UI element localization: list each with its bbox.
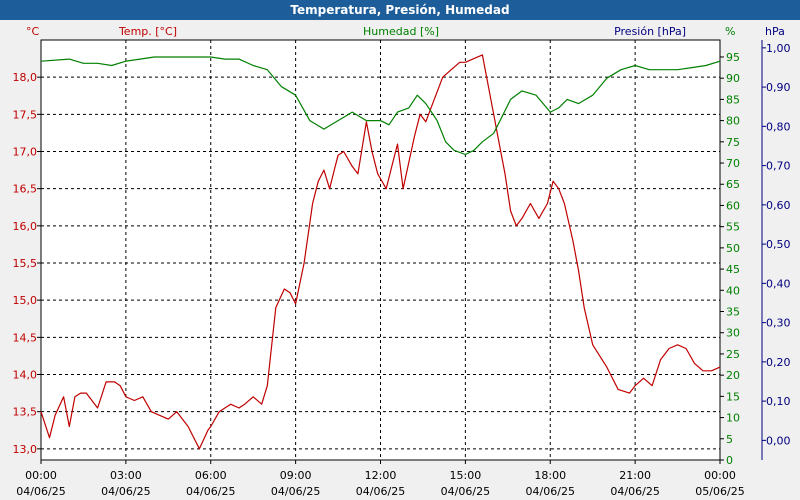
humidity-tick-label: 80 [726, 115, 740, 128]
humidity-tick-label: 45 [726, 263, 740, 276]
humidity-tick-label: 0 [726, 454, 733, 467]
time-tick-label: 00:00 [704, 469, 736, 482]
humidity-axis-title: Humedad [%] [363, 25, 439, 38]
temp-tick-label: 15,5 [13, 257, 38, 270]
time-tick-label: 15:00 [450, 469, 482, 482]
pressure-tick-label: 0,30 [766, 317, 791, 330]
date-tick-label: 04/06/25 [356, 485, 405, 498]
humidity-tick-label: 55 [726, 221, 740, 234]
temp-tick-label: 17,5 [13, 108, 38, 121]
date-tick-label: 04/06/25 [526, 485, 575, 498]
pressure-tick-label: 0,40 [766, 277, 791, 290]
humidity-tick-label: 10 [726, 412, 740, 425]
temp-unit-label: °C [26, 25, 40, 38]
temp-tick-label: 14,0 [13, 369, 38, 382]
humidity-tick-label: 60 [726, 199, 740, 212]
humidity-unit-label: % [725, 25, 735, 38]
pressure-tick-label: 0,20 [766, 356, 791, 369]
time-tick-label: 00:00 [25, 469, 57, 482]
chart-svg: 13,0 13,5 14,0 14,5 15,0 15,5 16,0 16,5 17,0 17,5… [13, 25, 791, 498]
date-tick-label: 04/06/25 [186, 485, 235, 498]
pressure-tick-label: 0,60 [766, 199, 791, 212]
temp-axis: 13,0 13,5 14,0 14,5 15,0 15,5 16,0 16,5 17,0 17,5… [13, 71, 41, 456]
date-tick-label: 04/06/25 [610, 485, 659, 498]
axis-labels: °C Temp. [°C] Humedad [%] Presión [hPa]% hPa [26, 25, 785, 38]
temp-tick-label: 14,5 [13, 331, 38, 344]
pressure-tick-label: 0,70 [766, 160, 791, 173]
humidity-tick-label: 15 [726, 390, 740, 403]
temp-tick-label: 13,0 [13, 443, 38, 456]
humidity-tick-label: 20 [726, 369, 740, 382]
humidity-tick-label: 25 [726, 348, 740, 361]
pressure-tick-label: 1,00 [766, 42, 791, 55]
time-axis: 00:00 04/06/25 03:00 04/06/25 06:00 04/06/25 0… [16, 460, 745, 498]
pressure-tick-label: 0,10 [766, 395, 791, 408]
humidity-tick-label: 95 [726, 51, 740, 64]
temp-tick-label: 13,5 [13, 406, 38, 419]
temp-tick-label: 16,5 [13, 183, 38, 196]
pressure-tick-label: 0,80 [766, 120, 791, 133]
temp-tick-label: 18,0 [13, 71, 38, 84]
pressure-axis-title: Presión [hPa] [614, 25, 686, 38]
date-tick-label: 04/06/25 [441, 485, 490, 498]
temp-tick-label: 16,0 [13, 220, 38, 233]
pressure-tick-label: 0,50 [766, 238, 791, 251]
temp-axis-title: Temp. [°C] [118, 25, 177, 38]
date-tick-label: 04/06/25 [101, 485, 150, 498]
temp-tick-label: 17,0 [13, 146, 38, 159]
pressure-unit-label: hPa [765, 25, 785, 38]
humidity-tick-label: 50 [726, 242, 740, 255]
humidity-tick-label: 5 [726, 433, 733, 446]
time-tick-label: 06:00 [195, 469, 227, 482]
time-tick-label: 09:00 [280, 469, 312, 482]
time-tick-label: 03:00 [110, 469, 142, 482]
humidity-tick-label: 30 [726, 327, 740, 340]
pressure-axis: 0,00 0,10 0,20 0,30 0,40 0,50 0,60 0,70 0,80 0,90… [761, 40, 791, 460]
humidity-tick-label: 40 [726, 284, 740, 297]
humidity-tick-label: 65 [726, 178, 740, 191]
date-tick-label: 04/06/25 [271, 485, 320, 498]
humidity-tick-label: 70 [726, 157, 740, 170]
humidity-tick-label: 75 [726, 136, 740, 149]
pressure-tick-label: 0,00 [766, 434, 791, 447]
humidity-tick-label: 90 [726, 72, 740, 85]
temp-tick-label: 15,0 [13, 294, 38, 307]
time-tick-label: 21:00 [619, 469, 651, 482]
time-tick-label: 12:00 [365, 469, 397, 482]
humidity-tick-label: 35 [726, 306, 740, 319]
time-tick-label: 18:00 [534, 469, 566, 482]
humidity-tick-label: 85 [726, 93, 740, 106]
pressure-tick-label: 0,90 [766, 81, 791, 94]
date-tick-label: 04/06/25 [16, 485, 65, 498]
humidity-axis: 0 5 10 15 20 25 30 35 40 45 50 55 60 65 70 75 80 85 90 95 [719, 40, 740, 467]
date-tick-label: 05/06/25 [695, 485, 744, 498]
